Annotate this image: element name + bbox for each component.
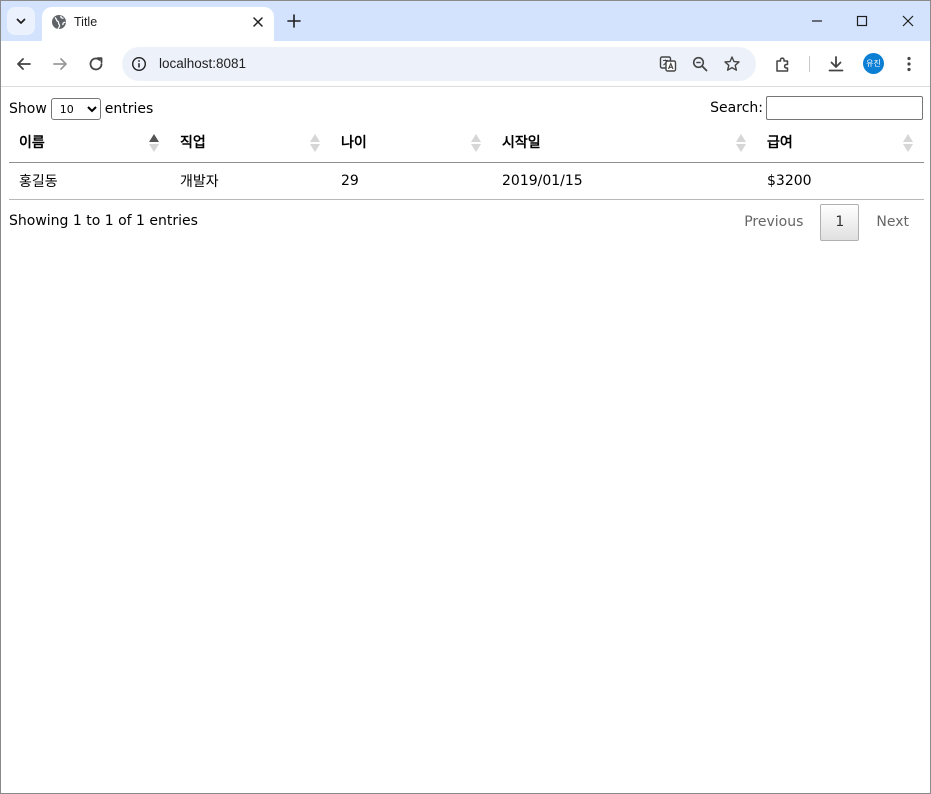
translate-icon[interactable] xyxy=(659,55,677,73)
search-input[interactable] xyxy=(766,96,923,120)
column-header-name[interactable]: 이름 xyxy=(9,123,170,163)
site-info-icon[interactable] xyxy=(131,56,147,72)
profile-avatar[interactable]: 유진 xyxy=(863,53,884,74)
page-button-current[interactable]: 1 xyxy=(820,204,860,241)
column-header-age[interactable]: 나이 xyxy=(331,123,492,163)
entries-per-page-select[interactable]: 102550100 xyxy=(50,98,101,120)
back-arrow-icon[interactable] xyxy=(14,54,34,74)
cell-age: 29 xyxy=(331,162,492,200)
extensions-icon[interactable] xyxy=(773,54,793,74)
minimize-icon[interactable] xyxy=(809,13,825,29)
show-label: Show xyxy=(9,101,47,117)
table-header-row: 이름 직업 나이 시작일 급여 xyxy=(9,123,924,163)
table-row: 홍길동 개발자 29 2019/01/15 $3200 xyxy=(9,162,924,200)
reload-icon[interactable] xyxy=(86,54,106,74)
entries-label: entries xyxy=(104,101,154,117)
tab-search-button[interactable] xyxy=(7,7,35,35)
table-info: Showing 1 to 1 of 1 entries xyxy=(9,213,198,229)
cell-start-date: 2019/01/15 xyxy=(492,162,757,200)
page-content: Show 102550100 entries Search: 이름 직업 xyxy=(1,88,930,793)
search-control: Search: xyxy=(710,96,923,120)
column-header-job[interactable]: 직업 xyxy=(170,123,331,163)
previous-button[interactable]: Previous xyxy=(730,204,817,241)
cell-salary: $3200 xyxy=(757,162,924,200)
maximize-icon[interactable] xyxy=(854,13,870,29)
tab-title: Title xyxy=(74,15,98,29)
globe-icon xyxy=(52,15,66,30)
address-bar[interactable]: localhost:8081 xyxy=(122,47,756,81)
close-window-icon[interactable] xyxy=(900,13,916,29)
search-label: Search: xyxy=(710,100,763,116)
pagination: Previous 1 Next xyxy=(730,204,923,241)
cell-name: 홍길동 xyxy=(9,162,170,200)
sort-both-icon xyxy=(903,134,913,152)
new-tab-icon[interactable] xyxy=(285,12,303,30)
chevron-down-icon xyxy=(16,18,26,24)
length-control: Show 102550100 entries xyxy=(9,98,153,120)
sort-both-icon xyxy=(736,134,746,152)
download-icon[interactable] xyxy=(826,54,846,74)
more-menu-icon[interactable] xyxy=(899,54,919,74)
browser-title-bar: Title xyxy=(1,1,930,41)
column-header-salary[interactable]: 급여 xyxy=(757,123,924,163)
next-button[interactable]: Next xyxy=(862,204,923,241)
cell-job: 개발자 xyxy=(170,162,331,200)
zoom-icon[interactable] xyxy=(691,55,709,73)
forward-arrow-icon[interactable] xyxy=(50,54,70,74)
sort-both-icon xyxy=(471,134,481,152)
close-tab-icon[interactable] xyxy=(250,14,266,30)
column-header-start-date[interactable]: 시작일 xyxy=(492,123,757,163)
sort-ascending-icon xyxy=(149,134,159,152)
sort-both-icon xyxy=(310,134,320,152)
url-text[interactable]: localhost:8081 xyxy=(159,56,246,71)
browser-toolbar: localhost:8081 유진 xyxy=(1,41,930,87)
star-icon[interactable] xyxy=(723,55,741,73)
data-table: 이름 직업 나이 시작일 급여 홍길동 개발자 29 2019/01/15 $3… xyxy=(9,123,924,200)
toolbar-separator xyxy=(809,56,810,72)
browser-tab[interactable]: Title xyxy=(42,7,274,41)
